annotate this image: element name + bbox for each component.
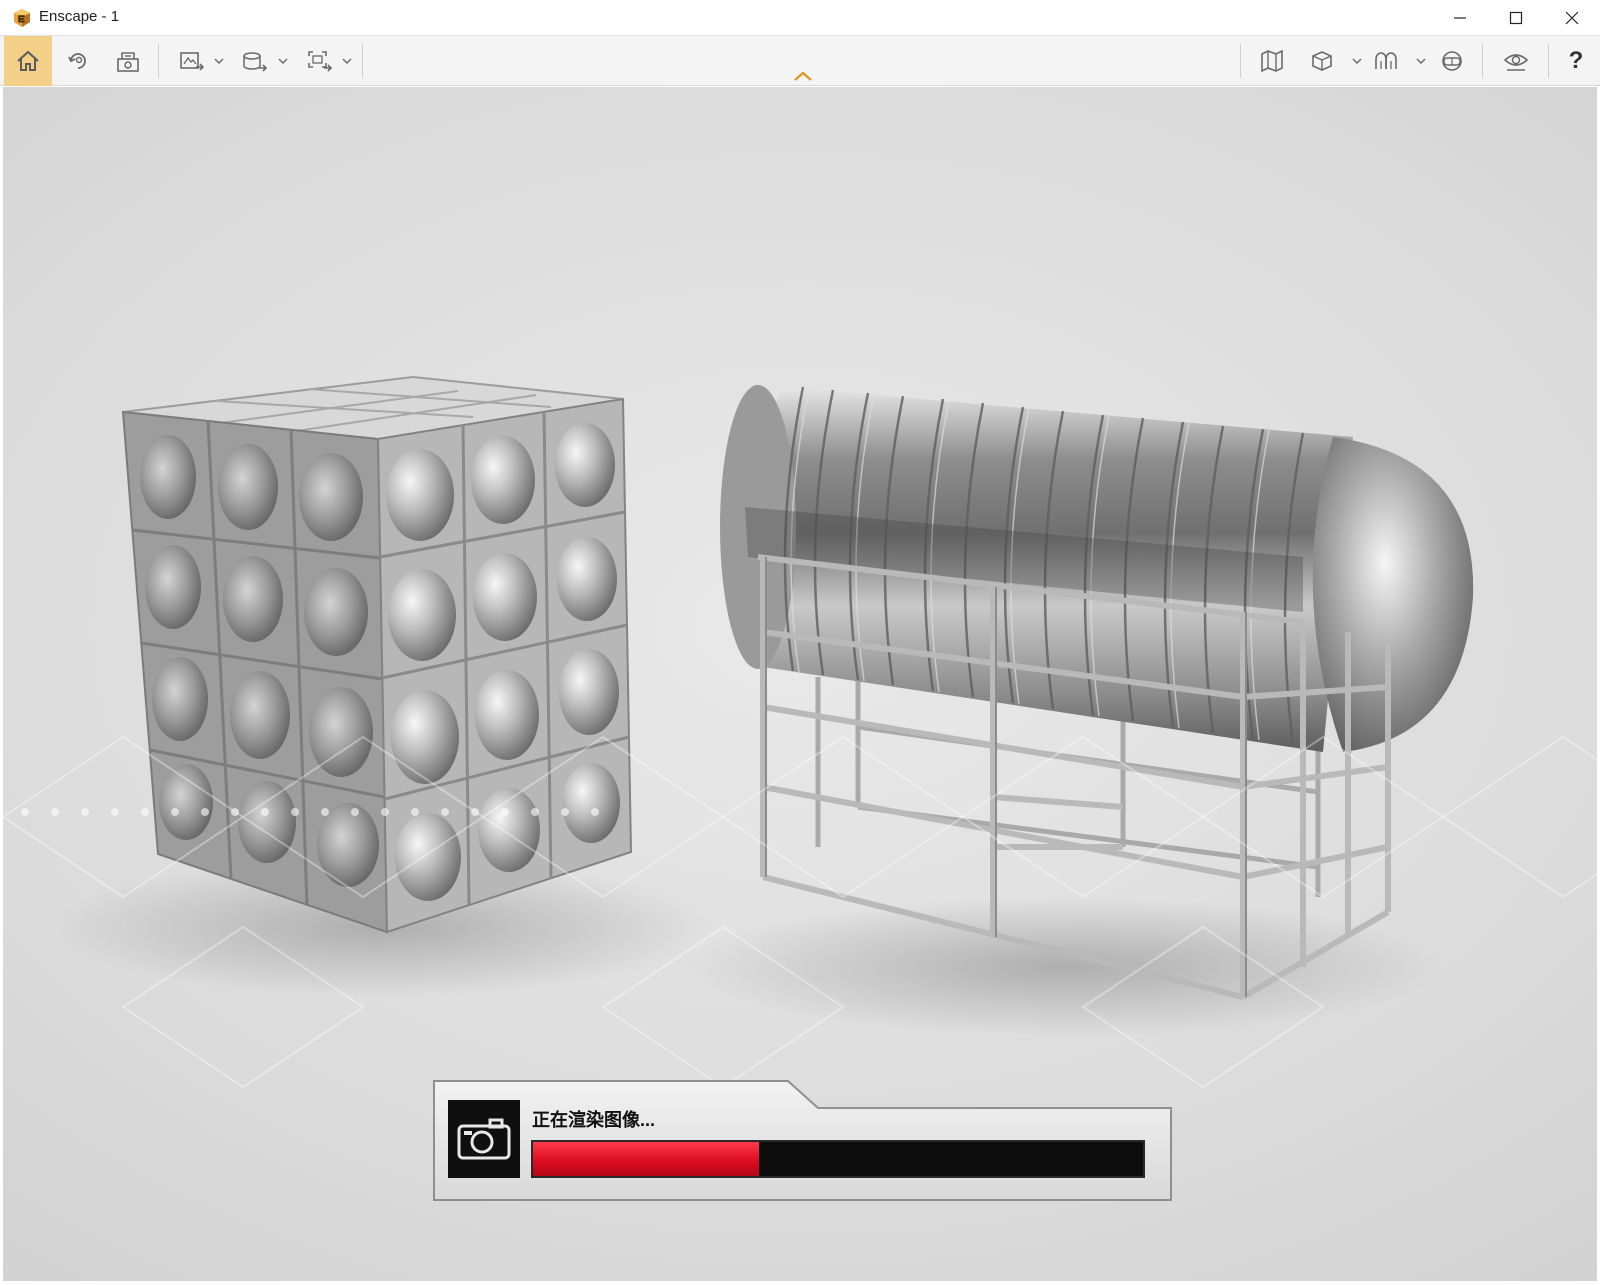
render-progress-panel: 正在渲染图像...	[433, 1080, 1173, 1202]
home-button[interactable]	[4, 36, 52, 86]
map-button[interactable]	[1250, 36, 1294, 86]
render-status-label: 正在渲染图像...	[532, 1110, 656, 1130]
toolbar-separator	[362, 44, 363, 78]
cube-icon	[1312, 51, 1332, 71]
collapse-toolbar-chevron-icon[interactable]	[792, 70, 814, 82]
enscape-logo-icon	[14, 9, 30, 27]
chevron-down-icon[interactable]	[278, 56, 288, 66]
visual-settings-icon	[1375, 52, 1397, 69]
sync-button[interactable]	[56, 36, 100, 86]
toolbar-separator	[1240, 44, 1241, 78]
panorama-export-button[interactable]	[232, 36, 278, 86]
minimize-button[interactable]	[1432, 0, 1488, 36]
sync-icon	[68, 53, 86, 69]
chevron-down-icon[interactable]	[1416, 56, 1426, 66]
batch-export-button[interactable]	[298, 36, 342, 86]
vr-headset-icon	[1442, 51, 1462, 71]
batch-export-icon	[308, 51, 333, 72]
maximize-button[interactable]	[1488, 0, 1544, 36]
chevron-down-icon[interactable]	[1352, 56, 1362, 66]
panel-tank	[121, 375, 633, 934]
asset-library-icon	[117, 52, 139, 72]
screenshot-export-icon	[180, 52, 205, 71]
visual-settings-button[interactable]	[1364, 36, 1408, 86]
panorama-export-icon	[243, 52, 268, 72]
chevron-down-icon[interactable]	[342, 56, 352, 66]
close-icon	[1565, 11, 1579, 25]
render-progress-bar	[531, 1140, 1145, 1178]
view-mode-button[interactable]	[1300, 36, 1344, 86]
toolbar-separator	[1482, 44, 1483, 78]
minimize-icon	[1454, 17, 1466, 19]
camera-icon	[457, 1118, 511, 1160]
asset-library-button[interactable]	[104, 36, 152, 86]
vr-headset-button[interactable]	[1430, 36, 1474, 86]
screenshot-export-button[interactable]	[170, 36, 214, 86]
home-icon	[17, 50, 39, 71]
toolbar-separator	[1548, 44, 1549, 78]
close-button[interactable]	[1544, 0, 1600, 36]
window-title: Enscape - 1	[39, 8, 120, 25]
camera-icon-box	[448, 1100, 520, 1178]
toolbar-separator	[158, 44, 159, 78]
walk-mode-button[interactable]	[1492, 36, 1540, 86]
map-icon	[1261, 49, 1283, 73]
eye-icon	[1503, 54, 1529, 71]
help-button[interactable]: ?	[1556, 36, 1596, 86]
render-progress-fill	[533, 1142, 759, 1176]
title-bar: Enscape - 1	[0, 0, 1600, 36]
chevron-down-icon[interactable]	[214, 56, 224, 66]
maximize-icon	[1509, 11, 1523, 25]
